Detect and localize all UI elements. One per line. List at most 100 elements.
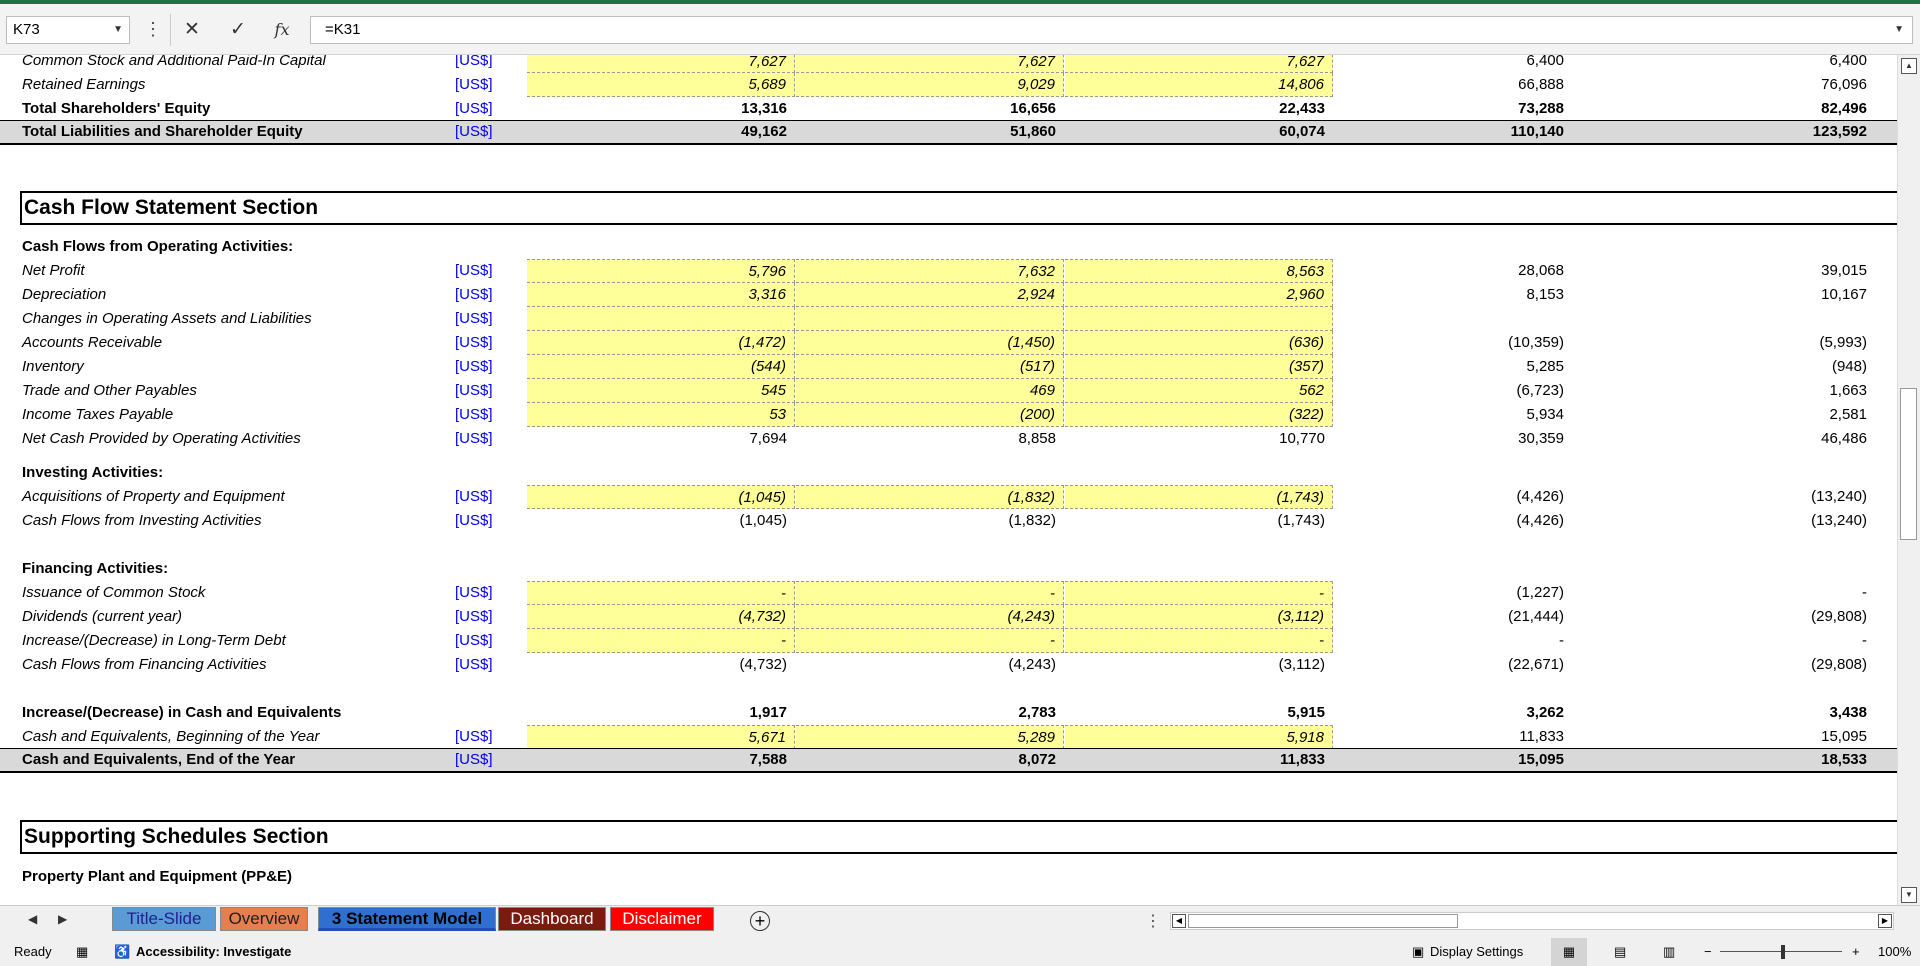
scrollbar-thumb[interactable] [1900, 388, 1917, 540]
cell-value[interactable]: - [1065, 581, 1333, 605]
vertical-scrollbar[interactable]: ▲ ▼ [1897, 55, 1920, 905]
cell-value[interactable]: 76,096 [1603, 73, 1871, 97]
cell-value[interactable]: (4,732) [527, 653, 795, 677]
cell-value[interactable]: (6,723) [1334, 379, 1602, 403]
cell-value[interactable]: 28,068 [1334, 259, 1602, 283]
formula-input[interactable]: =K31 ▼ [310, 16, 1913, 44]
cell-value[interactable]: 8,563 [1065, 259, 1333, 283]
cell-value[interactable]: - [1603, 581, 1871, 605]
tab-3-statement-model[interactable]: 3 Statement Model [318, 907, 496, 931]
cell-value[interactable]: 123,592 [1603, 121, 1871, 143]
cell-value[interactable]: 15,095 [1334, 749, 1602, 771]
cell-value[interactable]: 1,663 [1603, 379, 1871, 403]
cell-value[interactable]: 7,627 [1065, 55, 1333, 73]
cell-value[interactable] [527, 307, 795, 331]
tab-next-icon[interactable]: ▶ [58, 912, 67, 926]
enter-icon[interactable]: ✓ [222, 16, 254, 44]
display-settings-icon[interactable]: ▣ [1412, 938, 1424, 966]
name-box[interactable]: K73 ▼ [6, 16, 130, 44]
cell-value[interactable] [1334, 307, 1602, 331]
cell-value[interactable]: 110,140 [1334, 121, 1602, 143]
more-options-icon[interactable]: ⋮ [144, 18, 162, 40]
cell-value[interactable]: 73,288 [1334, 97, 1602, 121]
cell-value[interactable]: 39,015 [1603, 259, 1871, 283]
cell-value[interactable]: (357) [1065, 355, 1333, 379]
cell-value[interactable]: - [1065, 629, 1333, 653]
cell-value[interactable]: 60,074 [1065, 121, 1333, 143]
cell-value[interactable]: 14,806 [1065, 73, 1333, 97]
cell-value[interactable]: (1,832) [796, 509, 1064, 533]
cell-value[interactable]: (517) [796, 355, 1064, 379]
normal-view-icon[interactable]: ▦ [1551, 938, 1587, 966]
cell-value[interactable]: 2,924 [796, 283, 1064, 307]
cell-value[interactable]: 2,783 [796, 701, 1064, 725]
cell-value[interactable]: 66,888 [1334, 73, 1602, 97]
cell-value[interactable]: 5,796 [527, 259, 795, 283]
cell-value[interactable]: 10,167 [1603, 283, 1871, 307]
cell-value[interactable]: 6,400 [1603, 55, 1871, 73]
worksheet-grid[interactable]: Common Stock and Additional Paid-In Capi… [0, 55, 1897, 905]
cell-value[interactable]: 30,359 [1334, 427, 1602, 451]
cell-value[interactable]: - [796, 629, 1064, 653]
cell-value[interactable]: (1,743) [1065, 485, 1333, 509]
cell-value[interactable]: 6,400 [1334, 55, 1602, 73]
insert-function-icon[interactable]: fx [266, 16, 298, 44]
zoom-out-icon[interactable]: − [1704, 938, 1712, 966]
cell-value[interactable]: (1,743) [1065, 509, 1333, 533]
cell-value[interactable]: - [796, 581, 1064, 605]
cell-value[interactable]: 5,689 [527, 73, 795, 97]
cell-value[interactable]: (1,045) [527, 509, 795, 533]
cell-value[interactable]: 9,029 [796, 73, 1064, 97]
cell-value[interactable]: (29,808) [1603, 605, 1871, 629]
cell-value[interactable]: (4,426) [1334, 485, 1602, 509]
cell-value[interactable]: (948) [1603, 355, 1871, 379]
cell-value[interactable] [1603, 307, 1871, 331]
scroll-up-icon[interactable]: ▲ [1901, 58, 1917, 74]
cell-value[interactable]: (3,112) [1065, 653, 1333, 677]
horizontal-scrollbar[interactable]: ◀ ▶ [1170, 912, 1894, 930]
zoom-level[interactable]: 100% [1878, 938, 1911, 966]
cell-value[interactable]: 49,162 [527, 121, 795, 143]
cell-value[interactable]: (544) [527, 355, 795, 379]
cell-value[interactable]: 7,694 [527, 427, 795, 451]
tab-disclaimer[interactable]: Disclaimer [610, 907, 714, 931]
cell-value[interactable]: - [1603, 629, 1871, 653]
cell-value[interactable]: (1,472) [527, 331, 795, 355]
scroll-left-icon[interactable]: ◀ [1172, 914, 1186, 928]
page-break-preview-icon[interactable]: ▥ [1663, 938, 1675, 966]
cell-value[interactable]: 13,316 [527, 97, 795, 121]
tab-prev-icon[interactable]: ◀ [28, 912, 37, 926]
cell-value[interactable]: 11,833 [1334, 725, 1602, 749]
cell-value[interactable]: (29,808) [1603, 653, 1871, 677]
cell-value[interactable]: 469 [796, 379, 1064, 403]
cell-value[interactable]: 46,486 [1603, 427, 1871, 451]
cell-value[interactable]: (5,993) [1603, 331, 1871, 355]
cell-value[interactable]: 8,072 [796, 749, 1064, 771]
cell-value[interactable]: (10,359) [1334, 331, 1602, 355]
cell-value[interactable]: (1,450) [796, 331, 1064, 355]
expand-formula-icon[interactable]: ▼ [1894, 17, 1904, 43]
cancel-icon[interactable]: ✕ [176, 16, 208, 44]
cell-value[interactable]: (22,671) [1334, 653, 1602, 677]
cell-value[interactable]: 2,581 [1603, 403, 1871, 427]
zoom-slider-handle[interactable] [1781, 945, 1785, 959]
cell-value[interactable]: 3,262 [1334, 701, 1602, 725]
add-sheet-icon[interactable]: + [750, 911, 770, 931]
scrollbar-thumb[interactable] [1188, 914, 1458, 928]
tab-dashboard[interactable]: Dashboard [498, 907, 606, 931]
cell-value[interactable]: (4,243) [796, 605, 1064, 629]
cell-value[interactable]: - [527, 629, 795, 653]
scroll-right-icon[interactable]: ▶ [1878, 914, 1892, 928]
cell-value[interactable]: (636) [1065, 331, 1333, 355]
cell-value[interactable]: (1,227) [1334, 581, 1602, 605]
cell-value[interactable]: 1,917 [527, 701, 795, 725]
cell-value[interactable]: 545 [527, 379, 795, 403]
tab-title-slide[interactable]: Title-Slide [112, 907, 216, 931]
page-layout-icon[interactable]: ▤ [1614, 938, 1626, 966]
cell-value[interactable]: 7,627 [796, 55, 1064, 73]
more-options-icon[interactable]: ⋮ [1145, 911, 1161, 931]
scroll-down-icon[interactable]: ▼ [1901, 887, 1917, 903]
accessibility-status[interactable]: Accessibility: Investigate [136, 938, 291, 966]
cell-value[interactable]: 5,289 [796, 725, 1064, 749]
cell-value[interactable]: 5,915 [1065, 701, 1333, 725]
